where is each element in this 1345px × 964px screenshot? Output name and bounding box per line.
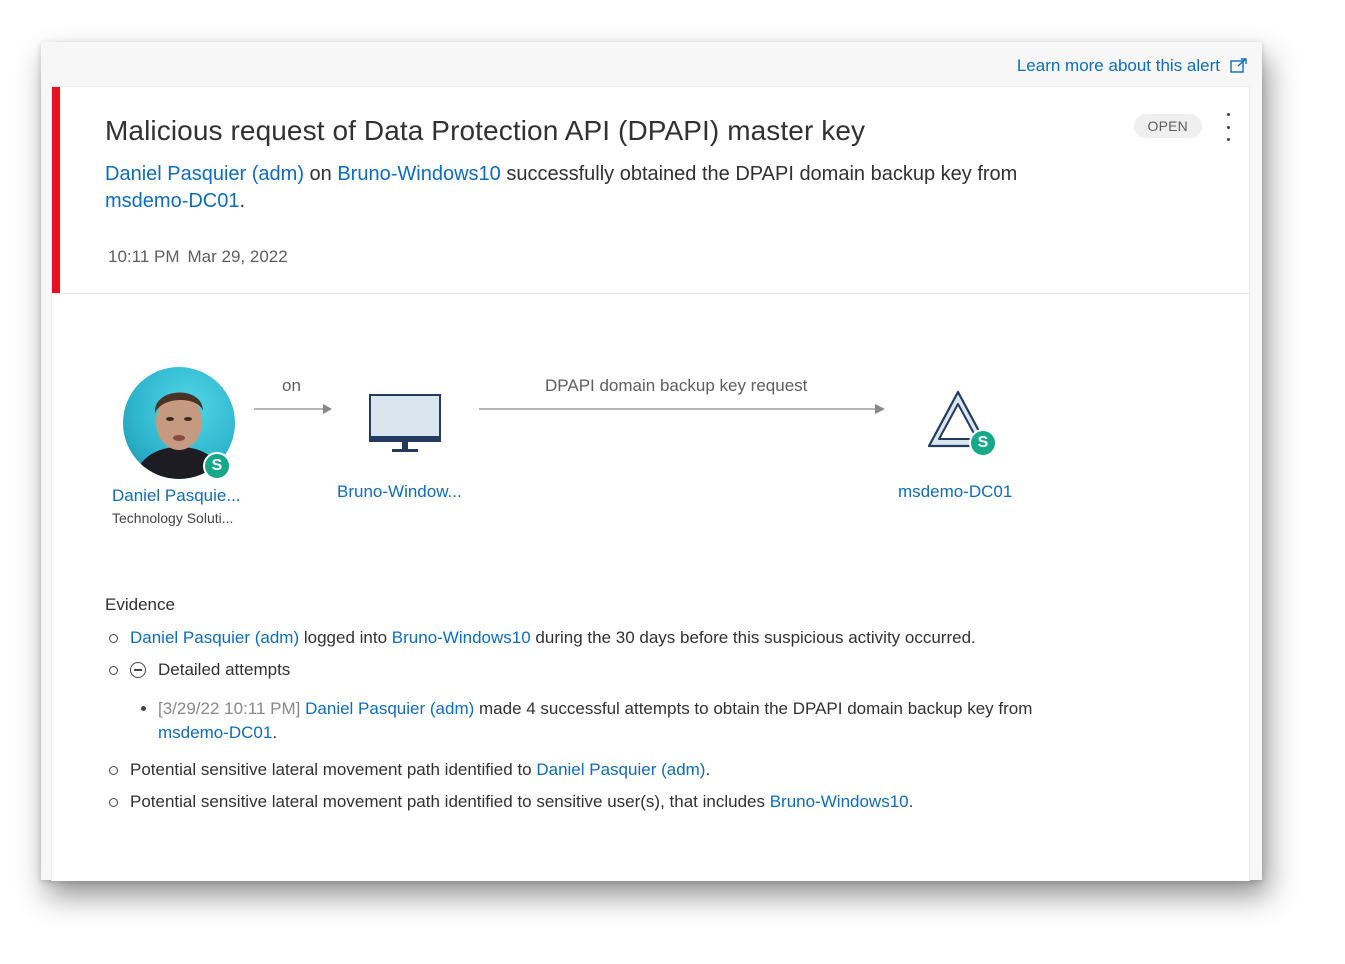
- attempt-timestamp: [3/29/22 10:11 PM]: [158, 699, 301, 718]
- evidence-item-lateral-user: Potential sensitive lateral movement pat…: [105, 759, 1205, 781]
- edge-arrow-2: [479, 404, 885, 414]
- attempt-target-link[interactable]: msdemo-DC01: [158, 723, 272, 742]
- alert-timestamp: 10:11 PM Mar 29, 2022: [108, 247, 288, 267]
- edge-arrow-1: [254, 404, 332, 414]
- severity-bar: [52, 87, 60, 293]
- evidence-list: Daniel Pasquier (adm) logged into Bruno-…: [105, 627, 1205, 813]
- collapse-minus-icon[interactable]: [130, 662, 146, 678]
- alert-panel: Learn more about this alert Malicious re…: [41, 42, 1262, 881]
- evidence-title: Evidence: [105, 595, 175, 614]
- status-badge: OPEN: [1133, 114, 1202, 138]
- more-options-button[interactable]: [1221, 113, 1235, 141]
- evidence-device-link[interactable]: Bruno-Windows10: [392, 628, 531, 647]
- device-link[interactable]: Bruno-Windows10: [337, 163, 500, 185]
- alert-header: Malicious request of Data Protection API…: [52, 87, 1249, 294]
- external-link-icon: [1230, 58, 1247, 73]
- monitor-icon[interactable]: [368, 394, 442, 454]
- learn-more-label: Learn more about this alert: [1016, 56, 1220, 75]
- evidence-section: Evidence Daniel Pasquier (adm) logged in…: [105, 595, 1205, 823]
- alert-title: Malicious request of Data Protection API…: [105, 115, 866, 146]
- attempt-user-link[interactable]: Daniel Pasquier (adm): [305, 699, 474, 718]
- alert-time: 10:11 PM: [108, 247, 180, 266]
- evidence-item-attempts: Detailed attempts [3/29/22 10:11 PM] Dan…: [105, 659, 1205, 745]
- device-node-label[interactable]: Bruno-Window...: [337, 482, 462, 502]
- more-vertical-icon: [1226, 113, 1230, 116]
- edge-request-label: DPAPI domain backup key request: [545, 376, 808, 395]
- user-node-label[interactable]: Daniel Pasquie...: [112, 486, 241, 506]
- target-node-label[interactable]: msdemo-DC01: [898, 482, 1012, 502]
- attempts-sublist: [3/29/22 10:11 PM] Daniel Pasquier (adm)…: [130, 697, 1205, 745]
- user-link[interactable]: Daniel Pasquier (adm): [105, 163, 304, 185]
- learn-more-link[interactable]: Learn more about this alert: [1017, 56, 1248, 76]
- detailed-attempts-label: Detailed attempts: [158, 660, 291, 679]
- attempt-entry: [3/29/22 10:11 PM] Daniel Pasquier (adm)…: [130, 697, 1205, 745]
- activity-graph: S Daniel Pasquie... Technology Soluti...…: [52, 294, 1249, 584]
- evidence-user-link[interactable]: Daniel Pasquier (adm): [130, 628, 299, 647]
- user-node-org: Technology Soluti...: [112, 510, 234, 526]
- alert-card: Malicious request of Data Protection API…: [51, 86, 1250, 881]
- alert-date: Mar 29, 2022: [187, 247, 288, 266]
- lateral-device-link[interactable]: Bruno-Windows10: [770, 792, 909, 811]
- target-link[interactable]: msdemo-DC01: [105, 190, 239, 212]
- sensitive-badge-user: S: [203, 452, 231, 480]
- evidence-item-lateral-device: Potential sensitive lateral movement pat…: [105, 791, 1205, 813]
- alert-description: Daniel Pasquier (adm) on Bruno-Windows10…: [105, 163, 1018, 212]
- edge-on-label: on: [282, 376, 301, 395]
- evidence-item-login: Daniel Pasquier (adm) logged into Bruno-…: [105, 627, 1205, 649]
- lateral-user-link[interactable]: Daniel Pasquier (adm): [536, 760, 705, 779]
- sensitive-badge-target: S: [969, 429, 997, 457]
